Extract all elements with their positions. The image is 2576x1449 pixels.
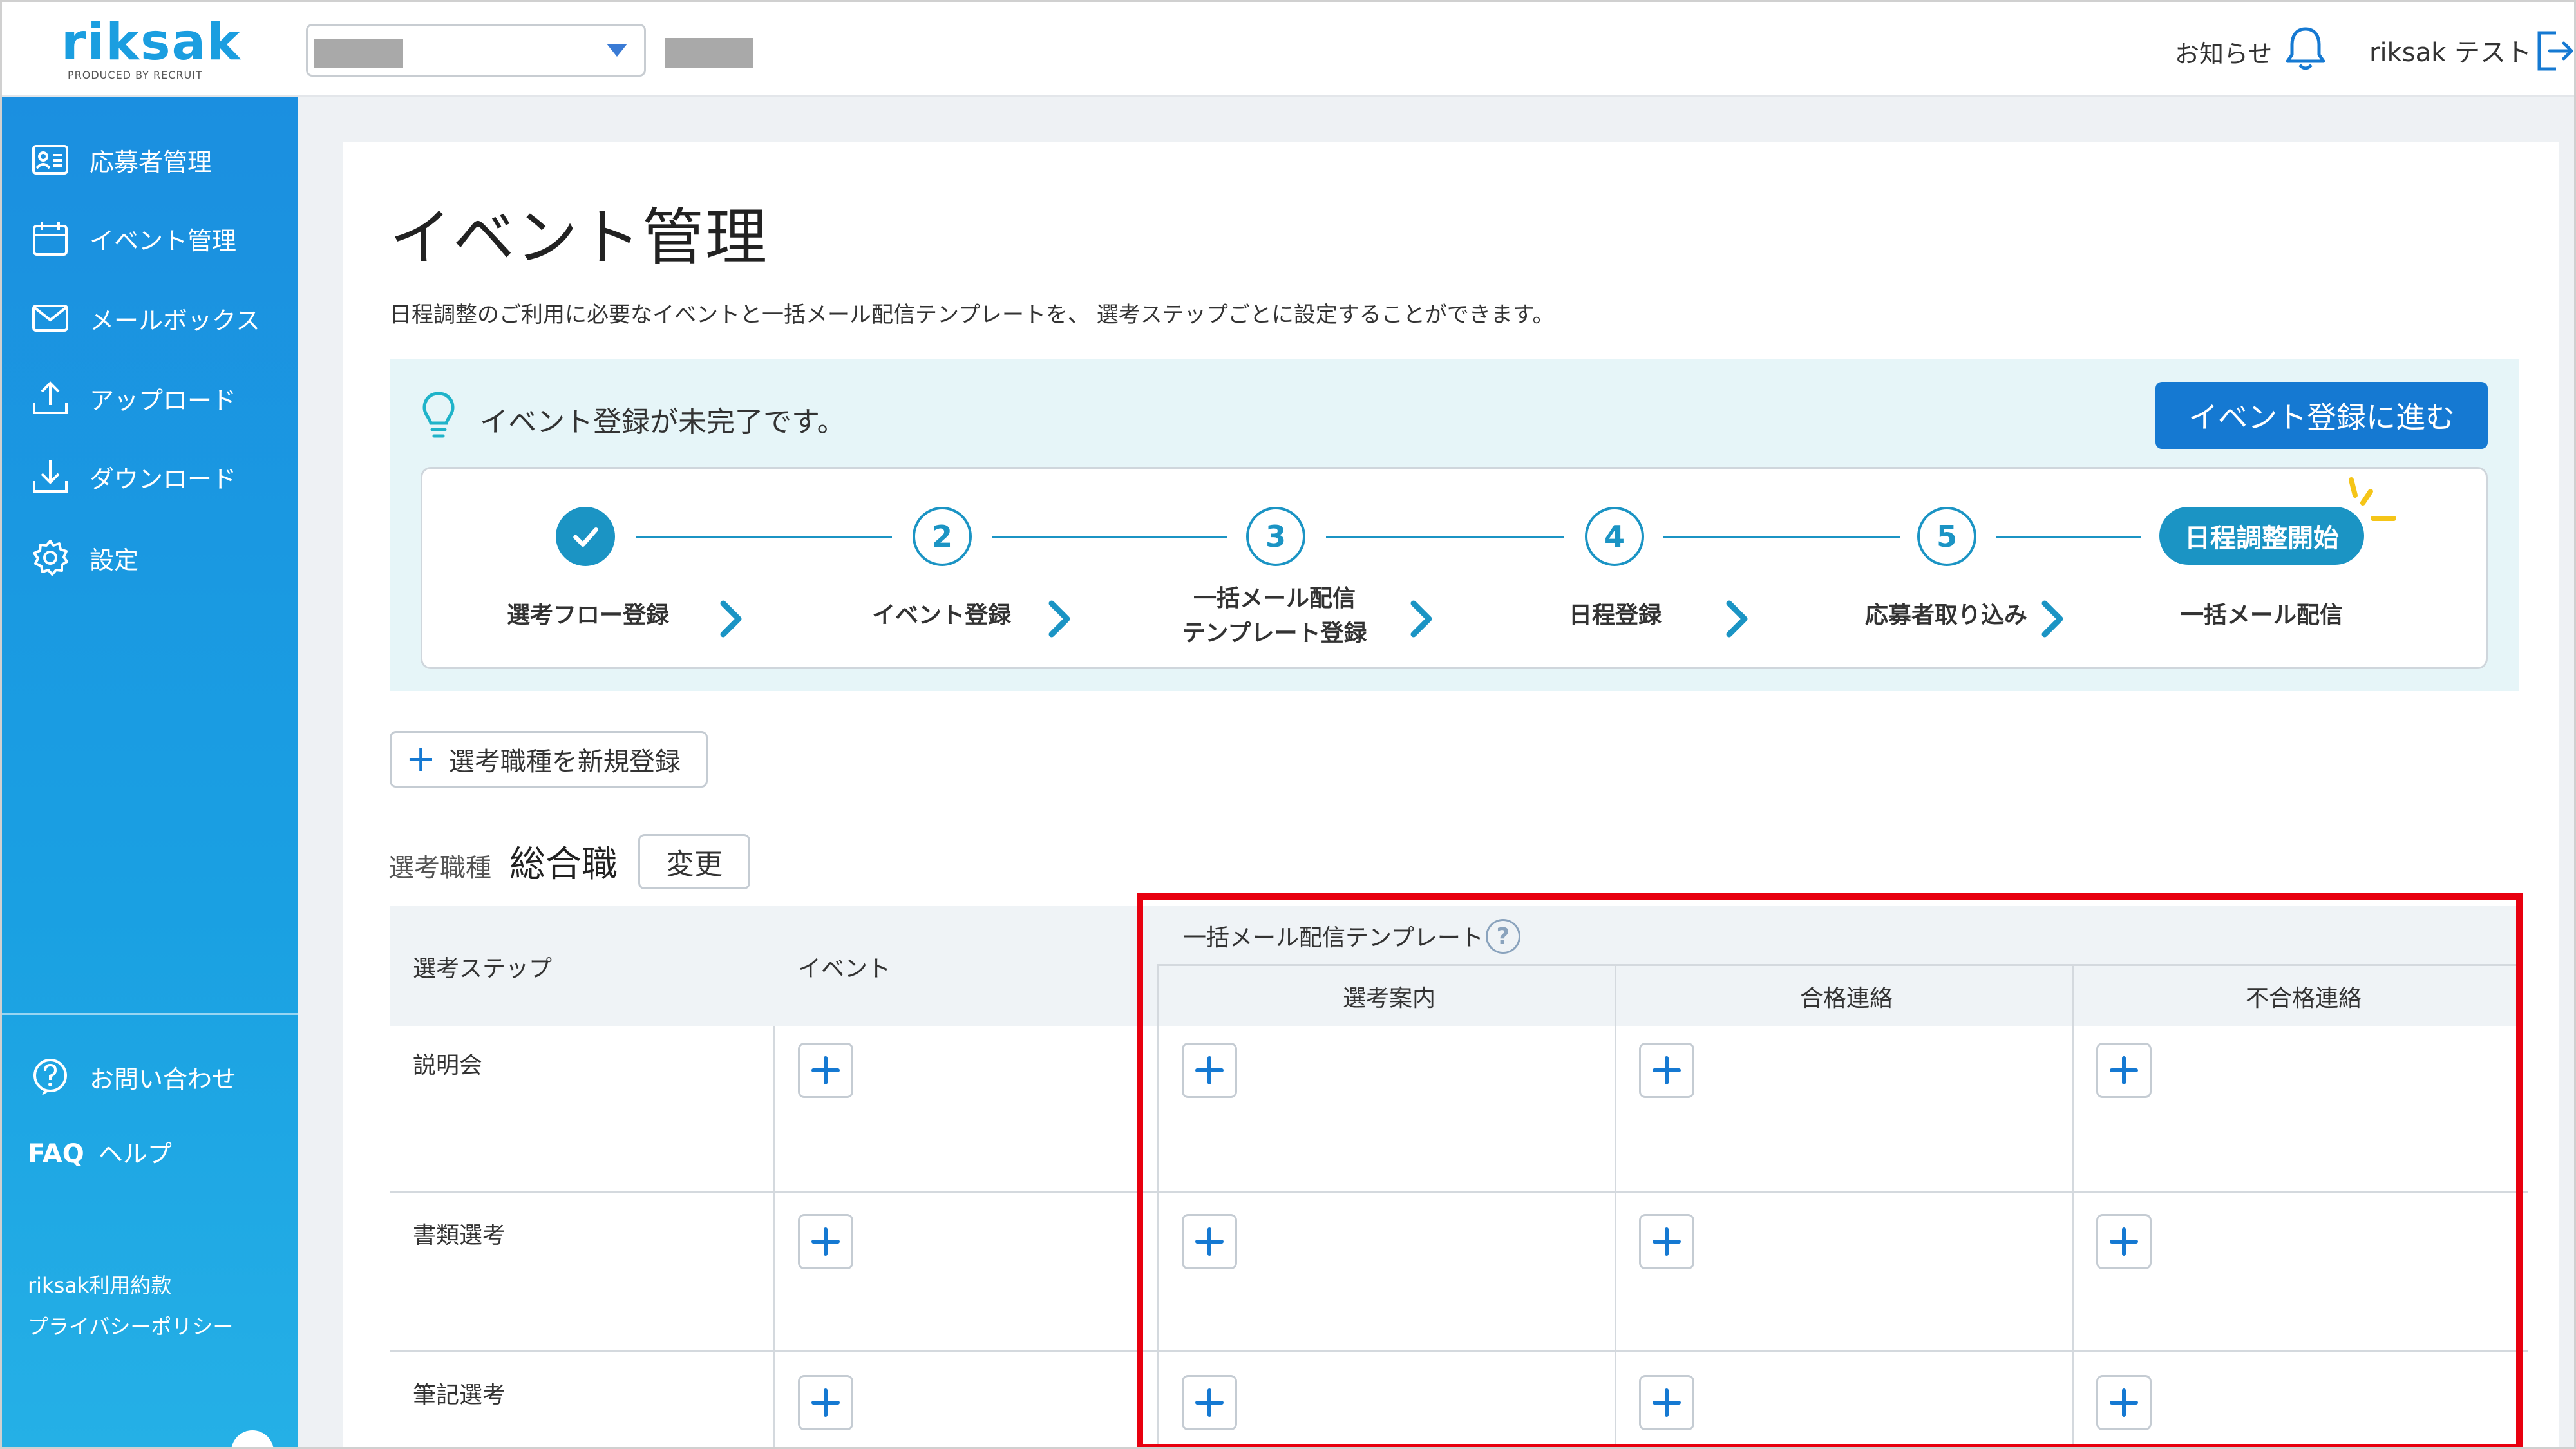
top-header: riksak PRODUCED BY RECRUIT お知らせ riksak テ… [2, 2, 2574, 97]
privacy-policy-link[interactable]: プライバシーポリシー [28, 1311, 233, 1340]
page-description: 日程調整のご利用に必要なイベントと一括メール配信テンプレートを、 選考ステップご… [390, 302, 1555, 328]
gear-icon [33, 540, 68, 576]
sidebar-item-settings[interactable]: 設定 [30, 535, 138, 580]
job-type-label: 選考職種 [388, 853, 491, 883]
calendar-icon [33, 222, 68, 256]
table-row-step: 書類選考 [413, 1222, 506, 1249]
checkmark-icon [573, 527, 598, 547]
sidebar-item-contact[interactable]: お問い合わせ [30, 1054, 236, 1099]
add-event-button[interactable] [798, 1214, 853, 1269]
step-connector [992, 536, 1227, 538]
step-5: 5 [1917, 507, 1976, 566]
step-1-done [556, 507, 615, 566]
sparkle-icon [2349, 477, 2396, 521]
redacted-text [665, 38, 753, 68]
step-schedule-start: 日程調整開始 [2159, 507, 2364, 565]
riksak-logo[interactable]: riksak PRODUCED BY RECRUIT [61, 15, 240, 86]
sidebar-divider [2, 1013, 298, 1015]
user-name[interactable]: riksak テスト [2369, 32, 2532, 69]
col-header-step: 選考ステップ [413, 956, 553, 982]
chevron-right-icon [2041, 600, 2063, 638]
plus-icon [811, 1056, 840, 1084]
sidebar-item-upload[interactable]: アップロード [30, 375, 236, 421]
app-window: riksak PRODUCED BY RECRUIT お知らせ riksak テ… [0, 0, 2576, 1449]
step-5-label: 応募者取り込み [1864, 602, 2027, 629]
change-job-type-button[interactable]: 変更 [638, 834, 750, 889]
step-3-label-line2: テンプレート登録 [1182, 620, 1367, 647]
page-title: イベント管理 [390, 202, 768, 274]
lightbulb-icon [422, 392, 455, 438]
setup-status-message: イベント登録が未完了です。 [480, 406, 846, 439]
step-connector [1663, 536, 1900, 538]
chevron-right-icon [1048, 600, 1070, 638]
logout-icon[interactable] [2534, 28, 2574, 74]
step-connector [636, 536, 892, 538]
upload-icon [33, 381, 68, 414]
chevron-right-icon [720, 600, 742, 638]
plus-icon: + [406, 738, 436, 780]
add-event-button[interactable] [798, 1375, 853, 1430]
sidebar-item-applicants[interactable]: 応募者管理 [30, 137, 212, 182]
table-row-step: 筆記選考 [413, 1382, 506, 1408]
sidebar-item-download[interactable]: ダウンロード [30, 454, 236, 499]
chevron-right-icon [1410, 600, 1432, 638]
sidebar-item-mailbox[interactable]: メールボックス [30, 296, 260, 341]
redacted-company-name [314, 39, 403, 68]
add-event-button[interactable] [798, 1043, 853, 1098]
step-2: 2 [913, 507, 972, 566]
step-2-label: イベント登録 [871, 602, 1011, 629]
add-job-type-button[interactable]: + 選考職種を新規登録 [390, 731, 708, 788]
col-divider [773, 1026, 775, 1447]
step-4-label: 日程登録 [1568, 602, 1662, 629]
step-3-label-line1: 一括メール配信 [1193, 585, 1356, 612]
table-row-step: 説明会 [413, 1052, 483, 1079]
step-3: 3 [1246, 507, 1305, 566]
sidebar: 応募者管理 イベント管理 メールボックス アップロード ダウンロード 設定 お問… [2, 97, 298, 1447]
mail-icon [32, 305, 68, 332]
step-connector [1996, 536, 2141, 538]
step-6-label: 一括メール配信 [2180, 602, 2343, 629]
sidebar-collapse-button[interactable] [231, 1430, 274, 1447]
question-circle-icon [33, 1059, 67, 1095]
sidebar-item-events[interactable]: イベント管理 [30, 216, 236, 261]
job-type-value: 総合職 [509, 844, 618, 886]
step-1-label: 選考フロー登録 [507, 602, 670, 629]
plus-icon [811, 1388, 840, 1417]
company-select[interactable] [306, 24, 646, 77]
col-header-event: イベント [798, 956, 891, 982]
step-connector [1326, 536, 1564, 538]
download-icon [33, 460, 68, 493]
bell-icon[interactable] [2284, 25, 2327, 73]
plus-icon [811, 1227, 840, 1256]
terms-link[interactable]: riksak利用約款 [28, 1269, 171, 1299]
notice-label[interactable]: お知らせ [2175, 34, 2272, 70]
step-4: 4 [1585, 507, 1644, 566]
highlight-annotation-box [1137, 893, 2523, 1447]
chevron-down-icon [607, 44, 627, 57]
proceed-to-event-registration-button[interactable]: イベント登録に進む [2155, 382, 2488, 449]
sidebar-item-faq[interactable]: FAQ ヘルプ [28, 1134, 172, 1170]
chevron-right-icon [1726, 600, 1748, 638]
applicant-card-icon [32, 145, 68, 175]
